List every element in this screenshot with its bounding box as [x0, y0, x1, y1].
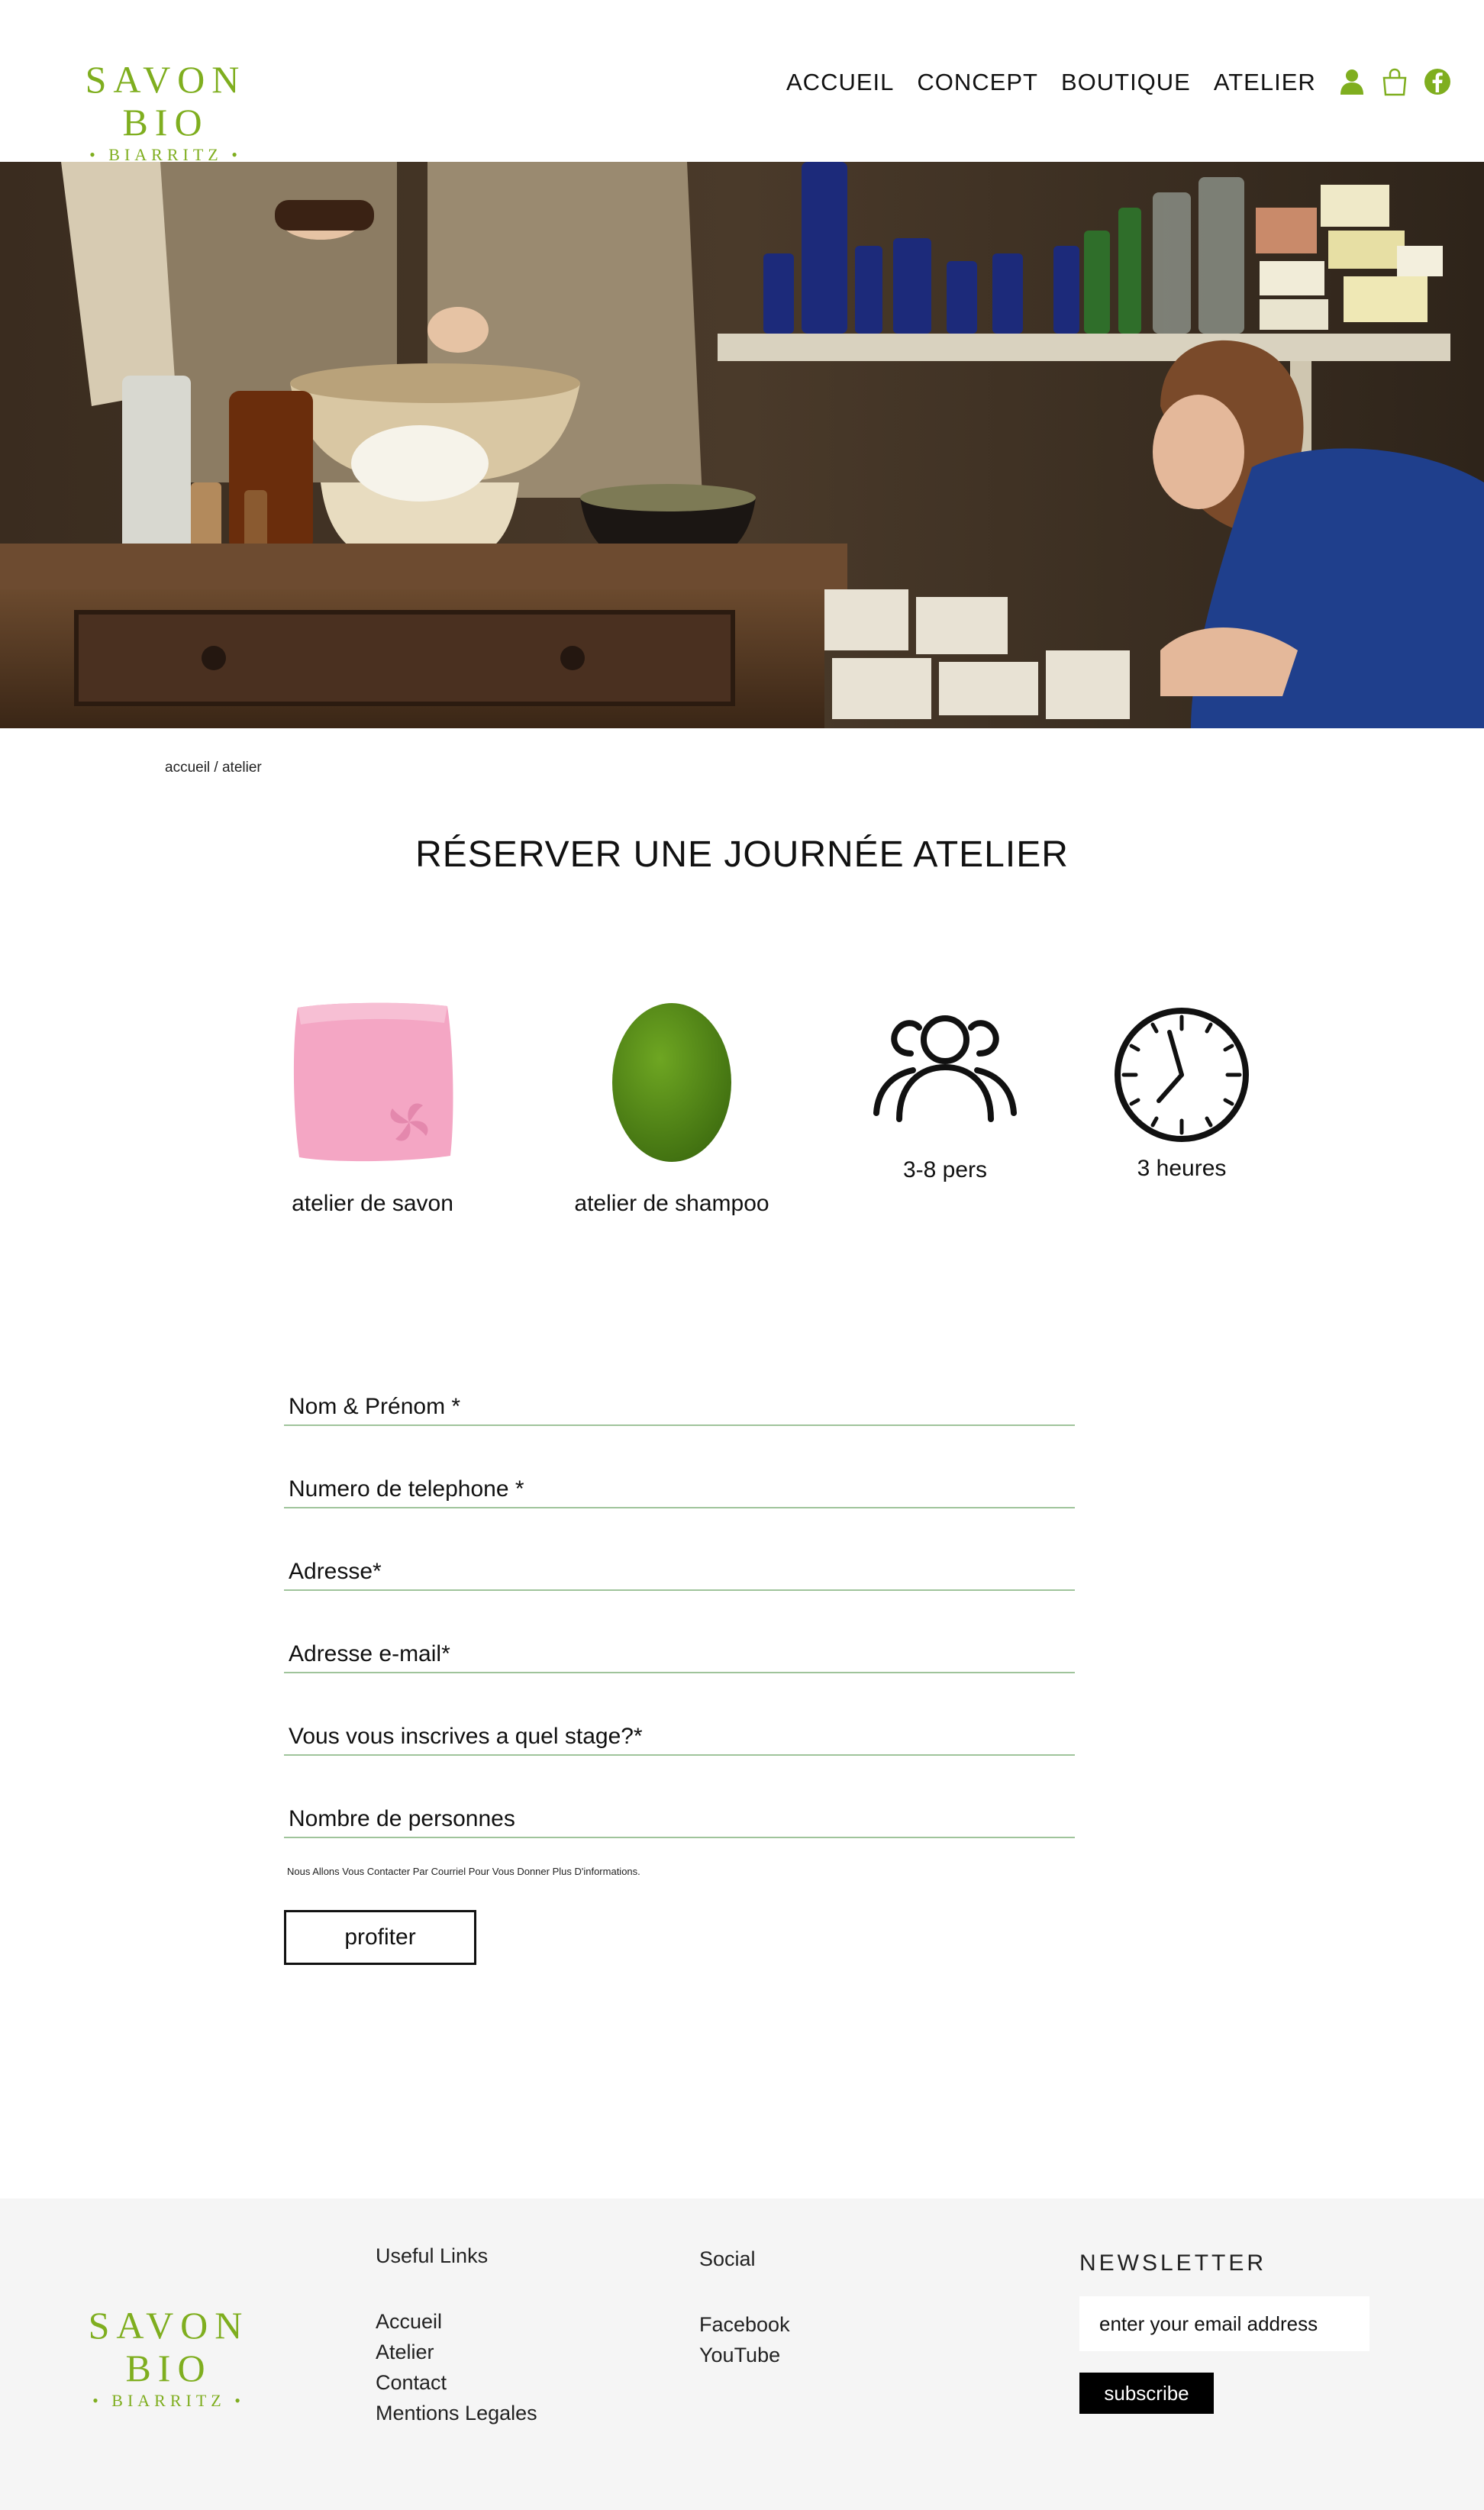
clock-icon — [1113, 1006, 1250, 1144]
brand-name: SAVON BIO — [85, 58, 247, 144]
footer-link-contact[interactable]: Contact — [376, 2367, 537, 2398]
feature-group-size: 3-8 pers — [846, 1008, 1044, 1183]
field-wrapper-address — [284, 1548, 1075, 1591]
main-nav: ACCUEIL CONCEPT BOUTIQUE ATELIER — [786, 69, 1339, 96]
subscribe-button[interactable]: subscribe — [1079, 2373, 1214, 2414]
form-note: Nous Allons Vous Contacter Par Courriel … — [287, 1866, 640, 1877]
field-wrapper-email — [284, 1631, 1075, 1673]
nav-item-atelier[interactable]: ATELIER — [1214, 69, 1316, 96]
address-field[interactable] — [284, 1548, 1075, 1588]
green-shampoo-bar-icon — [611, 1000, 733, 1165]
footer-link-facebook[interactable]: Facebook — [699, 2309, 790, 2340]
workshop-photo — [0, 162, 1484, 728]
footer-brand-logo[interactable]: SAVON BIO • BIARRITZ • — [43, 2304, 295, 2412]
footer-social: Social Facebook YouTube — [699, 2247, 790, 2370]
user-icon[interactable] — [1337, 67, 1366, 96]
field-wrapper-people — [284, 1795, 1075, 1838]
field-wrapper-phone — [284, 1466, 1075, 1508]
footer-link-accueil[interactable]: Accueil — [376, 2306, 537, 2337]
nav-item-concept[interactable]: CONCEPT — [917, 69, 1038, 96]
newsletter-email-input[interactable] — [1079, 2296, 1369, 2351]
nav-item-accueil[interactable]: ACCUEIL — [786, 69, 894, 96]
feature-duration: 3 heures — [1084, 1006, 1279, 1182]
submit-button[interactable]: profiter — [284, 1910, 476, 1965]
footer-link-youtube[interactable]: YouTube — [699, 2340, 790, 2370]
pink-soap-bar-icon — [287, 1000, 458, 1165]
feature-label: atelier de savon — [292, 1191, 453, 1216]
facebook-icon[interactable] — [1423, 67, 1452, 96]
page-title: RÉSERVER UNE JOURNÉE ATELIER — [415, 834, 1069, 875]
footer-useful-links: Useful Links Accueil Atelier Contact Men… — [376, 2244, 537, 2428]
footer-newsletter: NEWSLETTER subscribe — [1079, 2250, 1369, 2414]
field-wrapper-workshop — [284, 1713, 1075, 1756]
site-footer: SAVON BIO • BIARRITZ • Useful Links Accu… — [0, 2199, 1484, 2510]
feature-label: 3 heures — [1137, 1156, 1227, 1181]
footer-link-atelier[interactable]: Atelier — [376, 2337, 537, 2367]
site-header: SAVON BIO • BIARRITZ • ACCUEIL CONCEPT B… — [0, 0, 1484, 164]
name-field[interactable] — [284, 1383, 1075, 1423]
feature-label: 3-8 pers — [902, 1157, 988, 1182]
footer-link-mentions-legales[interactable]: Mentions Legales — [376, 2398, 537, 2428]
shopping-bag-icon[interactable] — [1380, 67, 1409, 96]
field-wrapper-name — [284, 1383, 1075, 1426]
useful-links-heading: Useful Links — [376, 2244, 489, 2267]
breadcrumb[interactable]: accueil / atelier — [165, 760, 262, 776]
email-field[interactable] — [284, 1631, 1075, 1670]
header-icons — [1337, 67, 1452, 96]
feature-soap-workshop: atelier de savon — [269, 1000, 476, 1217]
people-count-field[interactable] — [284, 1795, 1075, 1835]
nav-item-boutique[interactable]: BOUTIQUE — [1061, 69, 1191, 96]
feature-label: atelier de shampoo — [574, 1191, 769, 1216]
footer-brand-city: • BIARRITZ • — [92, 2391, 245, 2410]
footer-brand-name: SAVON BIO — [88, 2304, 250, 2389]
brand-logo[interactable]: SAVON BIO • BIARRITZ • — [40, 58, 292, 166]
phone-field[interactable] — [284, 1466, 1075, 1505]
group-people-icon — [869, 1008, 1021, 1130]
feature-shampoo-workshop: atelier de shampoo — [557, 1000, 786, 1217]
newsletter-heading: NEWSLETTER — [1079, 2250, 1267, 2276]
hero-image — [0, 162, 1484, 728]
social-heading: Social — [699, 2247, 756, 2270]
workshop-choice-field[interactable] — [284, 1713, 1075, 1753]
